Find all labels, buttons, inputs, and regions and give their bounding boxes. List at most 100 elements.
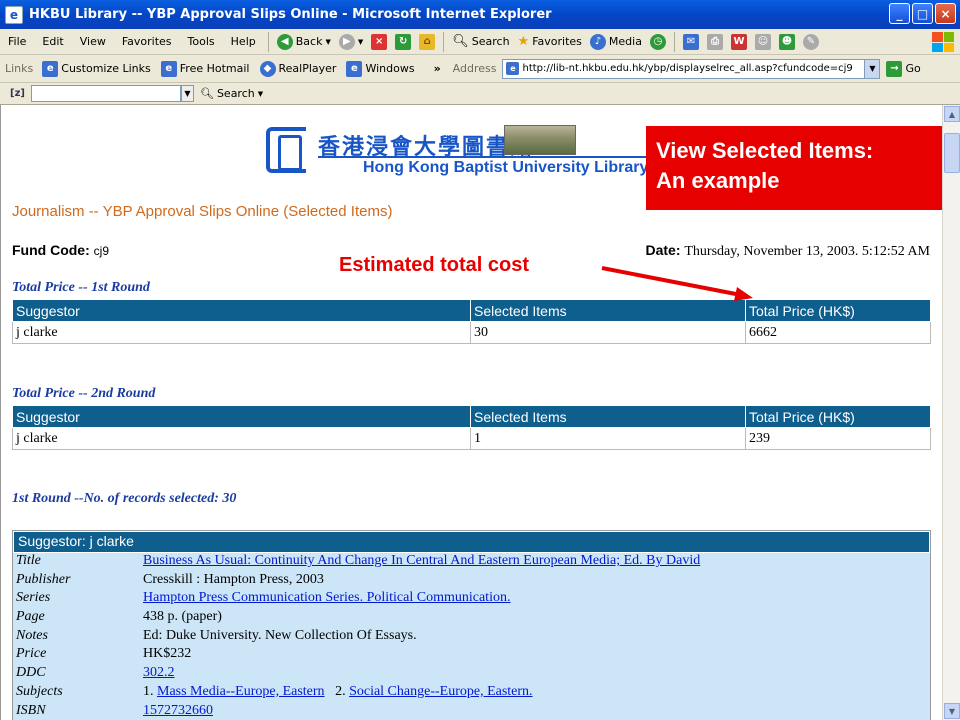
- toolbar-separator: [267, 31, 269, 52]
- messenger-icon: ☻: [778, 33, 795, 50]
- favorites-label: Favorites: [532, 35, 582, 48]
- address-dropdown-button[interactable]: ▼: [864, 58, 881, 79]
- record-row-publisher: Publisher Cresskill : Hampton Press, 200…: [13, 572, 930, 591]
- minimize-button[interactable]: _: [889, 3, 910, 24]
- column-header: Total Price (HK$): [745, 405, 931, 428]
- records-title: 1st Round --No. of records selected: 30: [12, 491, 237, 506]
- realplayer-icon: ◆: [259, 60, 276, 77]
- subject-link[interactable]: Mass Media--Europe, Eastern: [157, 684, 325, 699]
- home-button[interactable]: ⌂: [415, 33, 439, 50]
- links-chevron-icon[interactable]: »: [434, 62, 441, 75]
- link-windows[interactable]: e Windows: [341, 60, 419, 77]
- search-icon: 🔍︎: [452, 34, 469, 49]
- links-address-bar: Links e Customize Links e Free Hotmail ◆…: [0, 55, 960, 83]
- menu-view[interactable]: View: [72, 35, 114, 48]
- column-header: Selected Items: [470, 405, 746, 428]
- field-label: ISBN: [16, 702, 46, 718]
- menu-edit[interactable]: Edit: [34, 35, 71, 48]
- close-button[interactable]: ×: [935, 3, 956, 24]
- windows-logo-icon: [932, 32, 954, 52]
- maximize-button[interactable]: □: [912, 3, 933, 24]
- research-icon: ✎: [802, 33, 819, 50]
- back-label: Back: [295, 35, 323, 48]
- search-input[interactable]: [30, 85, 181, 102]
- vertical-scrollbar[interactable]: ▲ ▼: [942, 105, 960, 720]
- menu-tools[interactable]: Tools: [180, 35, 223, 48]
- subject-number: 1.: [143, 683, 154, 699]
- messenger-button[interactable]: ☻: [775, 33, 799, 50]
- toolbar-search-label: Search: [216, 87, 255, 100]
- series-link[interactable]: Hampton Press Communication Series. Poli…: [143, 590, 510, 605]
- ddc-link[interactable]: 302.2: [143, 665, 175, 680]
- isbn-link[interactable]: 1572732660: [143, 703, 213, 718]
- link-customize-links[interactable]: e Customize Links: [37, 60, 156, 77]
- search-button[interactable]: 🔍︎ Search: [448, 34, 513, 49]
- toolbar-separator: [673, 31, 675, 52]
- round2-table: Suggestor Selected Items Total Price (HK…: [12, 405, 931, 450]
- link-label: RealPlayer: [278, 62, 337, 75]
- record-row-isbn: ISBN 1572732660: [13, 703, 930, 720]
- history-button[interactable]: ◷: [646, 33, 670, 50]
- edit-button[interactable]: W: [727, 33, 751, 50]
- column-header: Suggestor: [12, 405, 471, 428]
- stop-button[interactable]: ×: [367, 33, 391, 50]
- address-label: Address: [452, 62, 497, 75]
- menu-help[interactable]: Help: [223, 35, 264, 48]
- search-label: Search: [471, 35, 510, 48]
- subject-link[interactable]: Social Change--Europe, Eastern.: [349, 684, 533, 699]
- mail-button[interactable]: ✉: [679, 33, 703, 50]
- research-button[interactable]: ✎: [799, 33, 823, 50]
- ie-app-icon: e: [5, 5, 23, 24]
- window-title-bar: e HKBU Library -- YBP Approval Slips Onl…: [0, 0, 960, 29]
- back-button[interactable]: ◀ Back ▼: [273, 33, 335, 50]
- search-toolbar: [z] ▼ 🔍︎ Search ▼: [0, 83, 960, 105]
- notes-value: Ed: Duke University. New Collection Of E…: [143, 627, 417, 643]
- menu-favorites[interactable]: Favorites: [114, 35, 180, 48]
- edit-icon: W: [730, 33, 747, 50]
- toolbar-separator: [443, 31, 445, 52]
- record-row-page: Page 438 p. (paper): [13, 609, 930, 628]
- record-row-notes: Notes Ed: Duke University. New Collectio…: [13, 628, 930, 647]
- history-icon: ◷: [649, 33, 666, 50]
- link-label: Free Hotmail: [179, 62, 250, 75]
- field-label: Price: [16, 646, 47, 662]
- field-label: Subjects: [16, 683, 63, 699]
- record-row-series: Series Hampton Press Communication Serie…: [13, 590, 930, 609]
- link-page-icon: e: [42, 60, 59, 77]
- stop-icon: ×: [371, 33, 388, 50]
- forward-button[interactable]: ▶ ▼: [335, 33, 367, 50]
- chevron-down-icon: ▼: [357, 37, 364, 46]
- title-link[interactable]: Business As Usual: Continuity And Change…: [143, 553, 700, 568]
- field-label: Title: [16, 553, 41, 568]
- link-label: Customize Links: [61, 62, 151, 75]
- links-label: Links: [5, 62, 34, 75]
- link-realplayer[interactable]: ◆ RealPlayer: [255, 60, 342, 77]
- field-label: Publisher: [16, 571, 71, 587]
- record-box: Suggestor: j clarke Title Business As Us…: [12, 530, 931, 720]
- refresh-button[interactable]: ↻: [391, 33, 415, 50]
- table-cell: j clarke: [12, 427, 471, 450]
- favorites-button[interactable]: ★ Favorites: [514, 34, 586, 49]
- scroll-up-icon[interactable]: ▲: [944, 106, 960, 122]
- address-input[interactable]: e http://lib-nt.hkbu.edu.hk/ybp/displays…: [502, 58, 881, 79]
- scroll-thumb[interactable]: [944, 133, 960, 173]
- back-arrow-icon: ◀: [276, 33, 293, 50]
- menu-file[interactable]: File: [0, 35, 34, 48]
- go-button[interactable]: → Go: [886, 60, 921, 77]
- toolbar-search-button[interactable]: 🔍︎ Search ▼: [200, 87, 263, 100]
- page-content: 香港浸會大學圖書館 Hong Kong Baptist University L…: [0, 105, 942, 720]
- field-label: Series: [16, 590, 51, 606]
- link-free-hotmail[interactable]: e Free Hotmail: [156, 60, 255, 77]
- star-icon: ★: [517, 34, 530, 49]
- media-button[interactable]: ♪ Media: [586, 33, 646, 50]
- search-dropdown-button[interactable]: ▼: [180, 85, 194, 102]
- link-page-icon: e: [160, 60, 177, 77]
- chevron-down-icon: ▼: [325, 37, 331, 46]
- scroll-down-icon[interactable]: ▼: [944, 703, 960, 719]
- print-button[interactable]: ⎙: [703, 33, 727, 50]
- field-label: Notes: [16, 627, 48, 643]
- discuss-button[interactable]: ☺: [751, 33, 775, 50]
- search-icon: 🔍︎: [199, 87, 214, 100]
- address-value: http://lib-nt.hkbu.edu.hk/ybp/displaysel…: [522, 63, 853, 74]
- table-header-row: Suggestor Selected Items Total Price (HK…: [12, 405, 931, 428]
